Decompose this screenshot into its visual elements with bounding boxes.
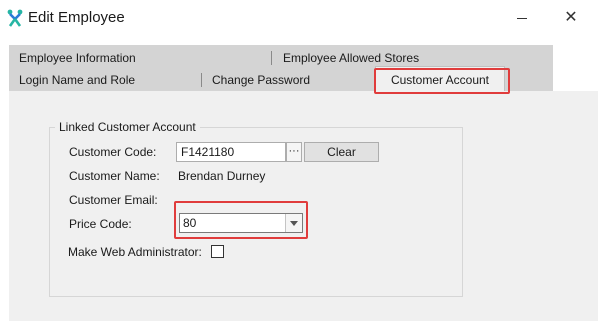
minimize-icon [517, 18, 527, 19]
highlight-annotation [374, 68, 510, 94]
close-button[interactable]: ✕ [556, 6, 586, 30]
window-title: Edit Employee [28, 9, 125, 26]
tab-employee-allowed-stores[interactable]: Employee Allowed Stores [283, 51, 419, 65]
customer-email-label: Customer Email: [69, 193, 158, 207]
edit-employee-window: Edit Employee ✕ Employee Information Emp… [0, 0, 598, 321]
tab-change-password[interactable]: Change Password [212, 73, 310, 87]
close-icon: ✕ [564, 9, 578, 26]
web-admin-label: Make Web Administrator: [68, 245, 202, 259]
tab-employee-information[interactable]: Employee Information [19, 51, 136, 65]
customer-code-input[interactable]: F1421180 [176, 142, 286, 162]
web-admin-checkbox[interactable] [211, 245, 224, 258]
clear-button[interactable]: Clear [304, 142, 379, 162]
highlight-annotation [174, 201, 308, 239]
customer-code-label: Customer Code: [69, 145, 157, 159]
browse-customer-button[interactable]: ··· [286, 142, 302, 162]
app-logo-icon [7, 9, 23, 27]
price-code-label: Price Code: [69, 217, 132, 231]
title-bar: Edit Employee ✕ [0, 0, 598, 36]
customer-name-value: Brendan Durney [178, 169, 266, 183]
customer-name-label: Customer Name: [69, 169, 160, 183]
minimize-button[interactable] [507, 6, 537, 30]
tab-separator [201, 73, 202, 87]
tab-login-name-and-role[interactable]: Login Name and Role [19, 73, 135, 87]
group-title: Linked Customer Account [55, 120, 200, 134]
tab-separator [271, 51, 272, 65]
